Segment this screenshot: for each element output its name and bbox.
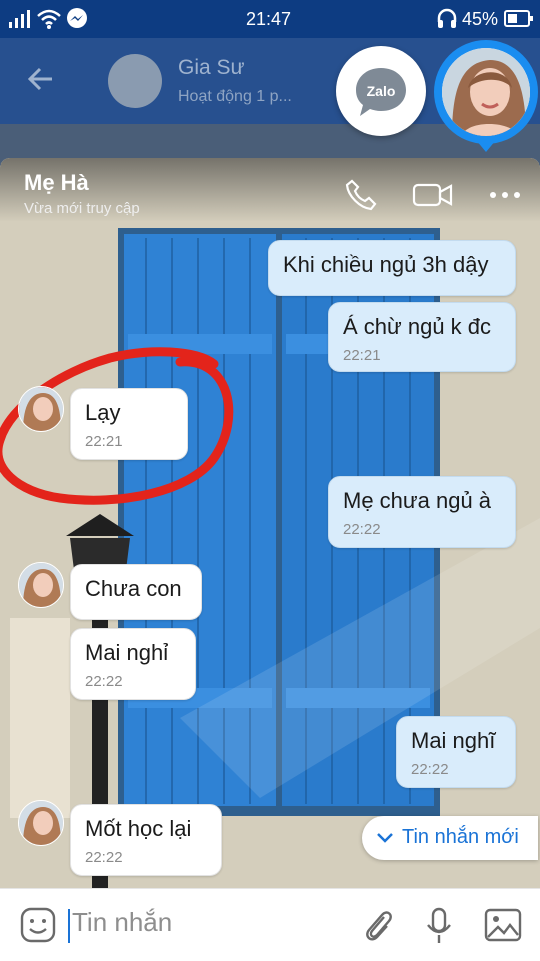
message-bubble-incoming[interactable]: Lạy 22:21 xyxy=(70,388,188,460)
zalo-logo-text: Zalo xyxy=(367,83,396,99)
microphone-icon[interactable] xyxy=(424,907,454,945)
clock: 21:47 xyxy=(246,9,292,29)
headphones-icon xyxy=(437,8,457,28)
message-text: Mốt học lại xyxy=(85,816,192,841)
image-gallery-icon[interactable] xyxy=(484,907,522,943)
contact-status: Vừa mới truy cập xyxy=(24,200,140,217)
message-text: Á chừ ngủ k đc xyxy=(343,314,492,339)
message-time: 22:22 xyxy=(85,673,123,690)
message-bubble-incoming[interactable]: Mai nghỉ 22:22 xyxy=(70,628,196,700)
woman-portrait-icon xyxy=(19,563,63,607)
back-arrow-icon[interactable] xyxy=(26,64,56,94)
chat-head-avatar[interactable] xyxy=(434,40,538,144)
message-time: 22:22 xyxy=(85,849,123,866)
emoji-icon[interactable] xyxy=(20,907,56,943)
sender-avatar[interactable] xyxy=(18,800,64,846)
chat-panel: Mẹ Hà Vừa mới truy cập Khi chiều ngủ 3h … xyxy=(0,158,540,960)
message-time: 22:21 xyxy=(343,347,381,364)
text-caret xyxy=(68,909,70,943)
new-messages-label: Tin nhắn mới xyxy=(402,826,519,848)
zalo-logo-icon: Zalo xyxy=(356,68,406,116)
chat-head-photo xyxy=(442,48,530,136)
background-chat-status: Hoạt động 1 p... xyxy=(178,88,292,105)
message-bubble-outgoing[interactable]: Mẹ chưa ngủ à 22:22 xyxy=(328,476,516,548)
message-text: Mai nghỉ xyxy=(85,640,169,665)
woman-portrait-icon xyxy=(19,801,63,845)
background-chat-name: Gia Sư xyxy=(178,56,245,79)
chat-head-pointer xyxy=(476,140,496,152)
cell-signal-icon xyxy=(9,10,30,28)
message-bubble-outgoing[interactable]: Mai nghĩ 22:22 xyxy=(396,716,516,788)
background-chat-avatar xyxy=(108,54,162,108)
chevron-down-icon xyxy=(377,833,393,843)
contact-name: Mẹ Hà xyxy=(24,170,89,195)
message-bubble-outgoing[interactable]: Khi chiều ngủ 3h dậy xyxy=(268,240,516,296)
battery-icon xyxy=(504,10,533,27)
zalo-floating-button[interactable]: Zalo xyxy=(336,46,426,136)
message-input[interactable]: Tin nhắn xyxy=(72,907,172,938)
messenger-icon xyxy=(67,8,87,28)
message-text: Mai nghĩ xyxy=(411,728,496,753)
message-bubble-incoming[interactable]: Mốt học lại 22:22 xyxy=(70,804,222,876)
chat-header: Mẹ Hà Vừa mới truy cập xyxy=(0,158,540,222)
message-text: Lạy xyxy=(85,400,121,425)
message-bubble-outgoing[interactable]: Á chừ ngủ k đc 22:21 xyxy=(328,302,516,372)
woman-portrait-icon xyxy=(442,48,530,136)
woman-portrait-icon xyxy=(19,387,63,431)
message-text: Mẹ chưa ngủ à xyxy=(343,488,492,513)
sender-avatar[interactable] xyxy=(18,562,64,608)
message-bubble-incoming[interactable]: Chưa con xyxy=(70,564,202,620)
wifi-icon xyxy=(37,9,61,29)
message-text: Khi chiều ngủ 3h dậy xyxy=(283,252,489,277)
message-text: Chưa con xyxy=(85,576,182,601)
more-options-icon[interactable] xyxy=(488,178,522,212)
message-time: 22:22 xyxy=(411,761,449,778)
message-composer: Tin nhắn xyxy=(0,888,540,961)
message-time: 22:21 xyxy=(85,433,123,450)
new-messages-button[interactable]: Tin nhắn mới xyxy=(362,816,538,860)
message-time: 22:22 xyxy=(343,521,381,538)
battery-percent: 45% xyxy=(462,9,499,29)
paperclip-icon[interactable] xyxy=(360,907,394,945)
video-call-icon[interactable] xyxy=(412,178,454,212)
status-bar: 21:47 45% xyxy=(0,0,540,38)
phone-call-icon[interactable] xyxy=(344,178,378,212)
sender-avatar[interactable] xyxy=(18,386,64,432)
